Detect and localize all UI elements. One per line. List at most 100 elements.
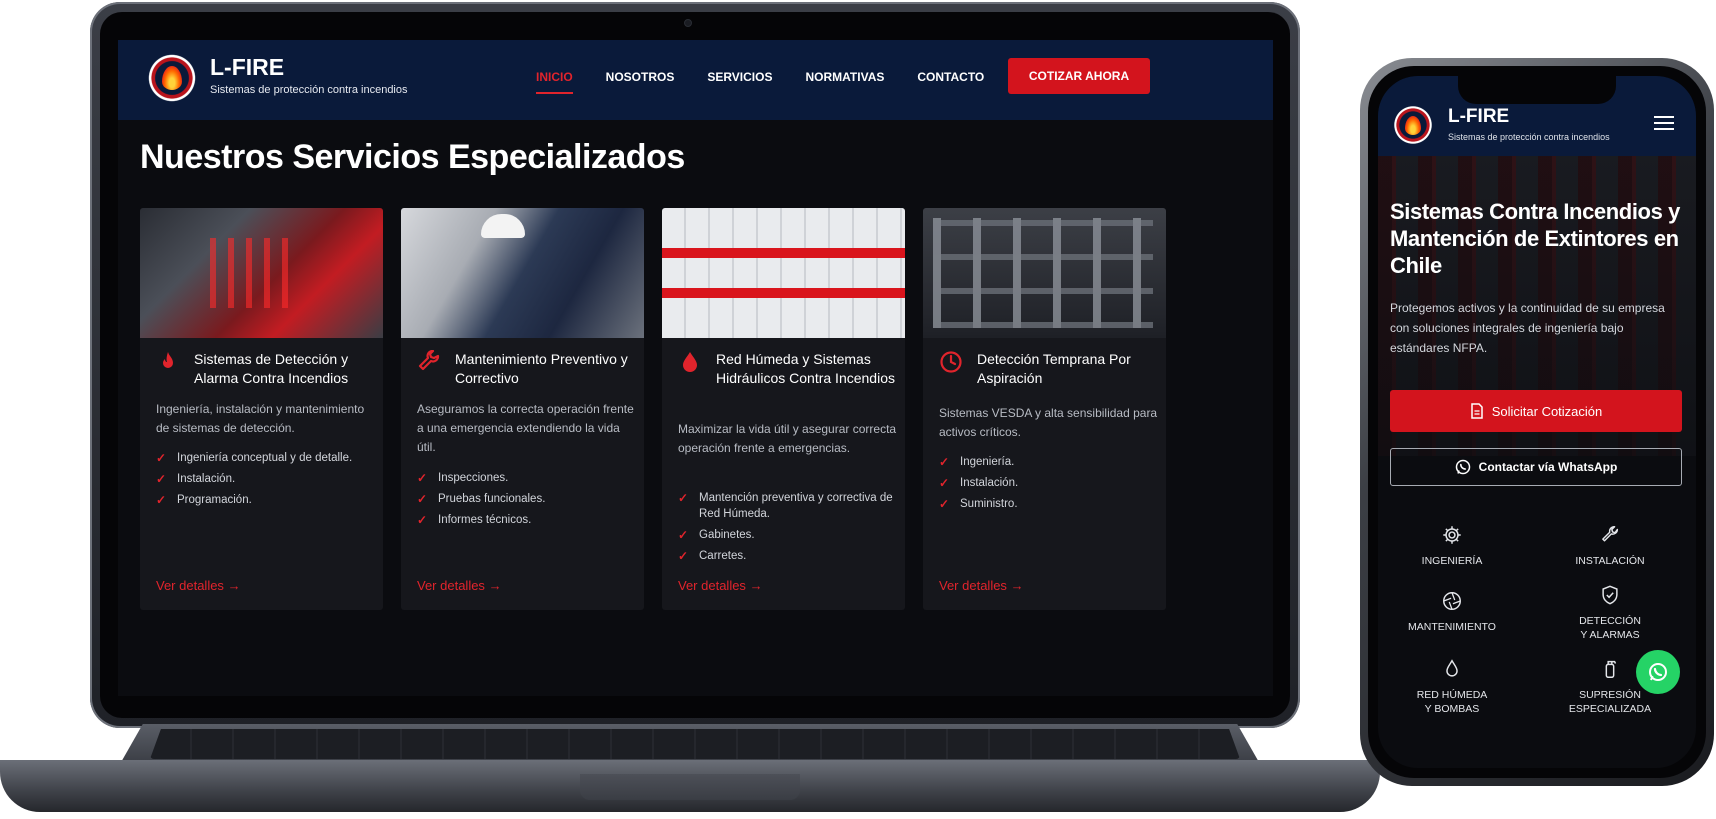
whatsapp-icon [1455,459,1470,475]
phone-notch [1458,76,1616,104]
contactar-whatsapp-button[interactable]: Contactar vía WhatsApp [1390,448,1682,486]
card-description: Maximizar la vida útil y asegurar correc… [678,422,897,455]
main-nav: INICIO NOSOTROS SERVICIOS NORMATIVAS CON… [536,70,1017,94]
hero-text: Protegemos activos y la continuidad de s… [1390,301,1665,355]
nav-item-contacto[interactable]: CONTACTO [917,70,984,94]
gear-icon [1443,526,1461,544]
whatsapp-icon [1649,663,1667,681]
laptop-base [0,724,1380,816]
section-title: Nuestros Servicios Especializados [140,138,685,176]
nav-item-nosotros[interactable]: NOSOTROS [606,70,675,94]
whatsapp-fab-button[interactable] [1636,650,1680,694]
service-card-deteccion-alarma: Sistemas de Detección y Alarma Contra In… [140,208,383,610]
arrow-right-icon: → [227,578,241,593]
list-item: Instalación. [939,475,1161,491]
extinguisher-icon [1605,660,1617,678]
ver-detalles-link[interactable]: Ver detalles → [417,578,502,593]
list-item: Carretes. [678,548,900,564]
list-item: Inspecciones. [417,470,639,486]
card-description: Ingeniería, instalación y mantenimiento … [156,402,365,435]
link-label: Ver detalles [678,578,746,593]
mobile-brand-tagline: Sistemas de protección contra incendios [1448,132,1610,142]
shield-check-icon [1602,585,1618,605]
brand-name[interactable]: L-FIRE [210,54,284,81]
grid-item-ingenieria[interactable]: INGENIERÍA [1382,524,1522,568]
trackpad-notch [580,774,800,800]
brand-logo[interactable] [146,52,198,104]
grid-label: MANTENIMIENTO [1408,621,1496,633]
clock-icon [940,351,962,373]
list-item: Informes técnicos. [417,512,639,528]
card-feature-list: Inspecciones. Pruebas funcionales. Infor… [417,470,639,533]
list-item: Instalación. [156,471,378,487]
mobile-brand-logo[interactable] [1392,104,1434,146]
list-item: Suministro. [939,496,1161,512]
service-cards: Sistemas de Detección y Alarma Contra In… [140,208,1166,610]
grid-item-red-humeda[interactable]: RED HÚMEDA Y BOMBAS [1382,658,1522,716]
list-item: Ingeniería. [939,454,1161,470]
link-label: Ver detalles [156,578,224,593]
button-label: Contactar vía WhatsApp [1478,460,1618,474]
aperture-icon [1443,592,1461,610]
grid-item-deteccion-alarmas[interactable]: DETECCIÓN Y ALARMAS [1540,584,1680,642]
nav-item-normativas[interactable]: NORMATIVAS [805,70,884,94]
card-title: Detección Temprana Por Aspiración [977,351,1131,386]
card-feature-list: Ingeniería conceptual y de detalle. Inst… [156,450,378,513]
keyboard [150,729,1240,759]
service-card-deteccion-aspiracion: Detección Temprana Por Aspiración Sistem… [923,208,1166,610]
list-item: Gabinetes. [678,527,900,543]
service-card-red-humeda: Red Húmeda y Sistemas Hidráulicos Contra… [662,208,905,610]
device-mockup-stage: L-FIRE Sistemas de protección contra inc… [0,0,1716,819]
aspiration-pipes-image [923,208,1166,338]
hero-title: Sistemas Contra Incendios y Mantención d… [1390,199,1680,278]
flame-icon [163,352,173,368]
grid-item-mantenimiento[interactable]: MANTENIMIENTO [1382,590,1522,634]
nav-item-servicios[interactable]: SERVICIOS [707,70,772,94]
card-title: Sistemas de Detección y Alarma Contra In… [194,351,349,386]
list-item: Programación. [156,492,378,508]
document-icon [1470,403,1483,419]
menu-icon[interactable] [1654,116,1674,131]
grid-label: DETECCIÓN Y ALARMAS [1579,615,1641,641]
grid-label: INGENIERÍA [1421,555,1483,567]
water-drop-icon [683,352,697,372]
mobile-brand-name[interactable]: L-FIRE [1448,106,1509,128]
grid-label: SUPRESIÓN ESPECIALIZADA [1568,689,1652,715]
card-description: Sistemas VESDA y alta sensibilidad para … [939,406,1158,439]
technician-image [401,208,644,338]
grid-item-instalacion[interactable]: INSTALACIÓN [1540,524,1680,568]
list-item: Mantención preventiva y correctiva de Re… [678,490,900,522]
solicitar-cotizacion-button[interactable]: Solicitar Cotización [1390,390,1682,432]
laptop-screen: L-FIRE Sistemas de protección contra inc… [118,40,1273,696]
drop-icon [1446,659,1458,677]
card-title: Mantenimiento Preventivo y Correctivo [455,351,628,386]
card-feature-list: Mantención preventiva y correctiva de Re… [678,490,900,569]
brand-tagline: Sistemas de protección contra incendios [210,84,408,96]
wrench-icon [418,350,440,371]
ver-detalles-link[interactable]: Ver detalles → [156,578,241,593]
link-label: Ver detalles [939,578,1007,593]
grid-label: INSTALACIÓN [1575,555,1645,567]
cotizar-ahora-button[interactable]: COTIZAR AHORA [1008,58,1150,94]
sprinkler-pipes-image [662,208,905,338]
card-title: Red Húmeda y Sistemas Hidráulicos Contra… [716,351,895,386]
list-item: Pruebas funcionales. [417,491,639,507]
site-header: L-FIRE Sistemas de protección contra inc… [118,40,1273,120]
link-label: Ver detalles [417,578,485,593]
grid-label: RED HÚMEDA Y BOMBAS [1416,689,1488,715]
list-item: Ingeniería conceptual y de detalle. [156,450,378,466]
alarm-panel-image [140,208,383,338]
button-label: Solicitar Cotización [1491,403,1603,419]
arrow-right-icon: → [488,578,502,593]
ver-detalles-link[interactable]: Ver detalles → [678,578,763,593]
card-description: Aseguramos la correcta operación frente … [417,402,634,454]
nav-item-inicio[interactable]: INICIO [536,70,573,94]
card-feature-list: Ingeniería. Instalación. Suministro. [939,454,1161,517]
ver-detalles-link[interactable]: Ver detalles → [939,578,1024,593]
phone-screen: L-FIRE Sistemas de protección contra inc… [1378,76,1696,768]
flame-logo-icon [162,66,182,90]
flame-logo-icon [1405,115,1421,135]
arrow-right-icon: → [1010,578,1024,593]
arrow-right-icon: → [749,578,763,593]
wrench-icon [1602,526,1619,542]
